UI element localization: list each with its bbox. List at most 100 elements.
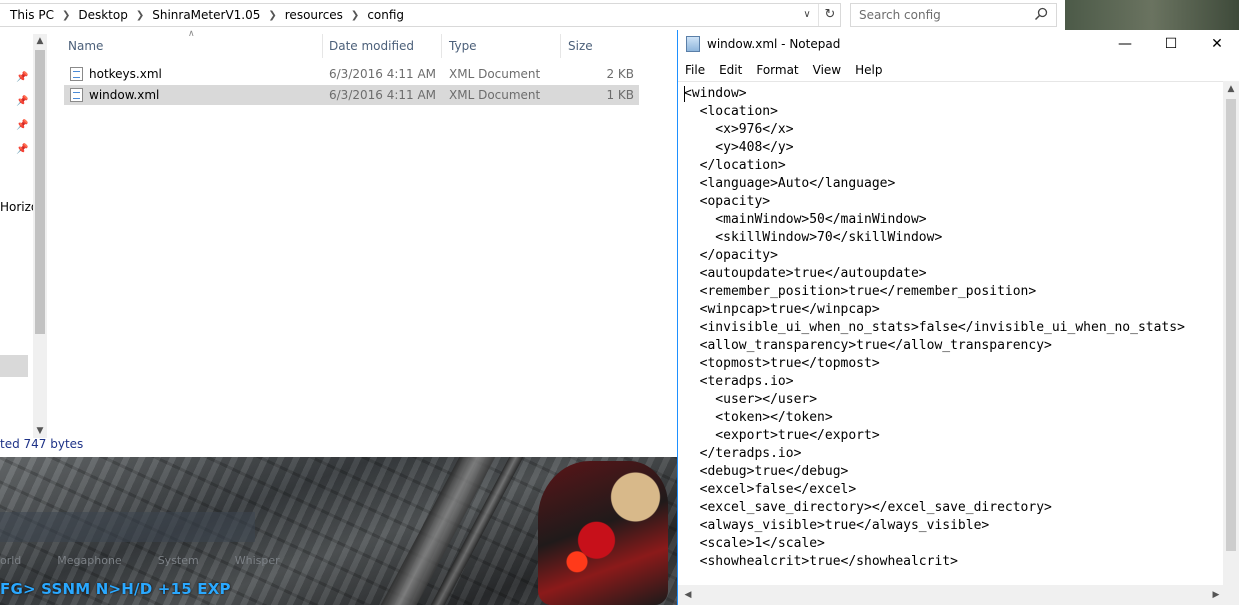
document-text[interactable]: <window> <location> <x>976</x> <y>408</y… [684,85,1185,571]
file-size: 2 KB [606,67,634,81]
text-line: <topmost>true</topmost> [684,356,880,371]
chat-tab-whisper[interactable]: Whisper [235,554,280,572]
pin-icon[interactable]: 📌 [16,144,28,155]
horizontal-scrollbar[interactable]: ◀ ▶ [678,585,1239,605]
game-character [538,461,668,605]
text-line: <autoupdate>true</autoupdate> [684,266,927,281]
menu-file[interactable]: File [678,63,712,77]
breadcrumb-desktop[interactable]: Desktop [76,8,130,22]
window-title: window.xml - Notepad [707,37,841,51]
game-background-strip [1065,0,1239,30]
scroll-up-icon[interactable]: ▲ [33,34,47,48]
text-line: <remember_position>true</remember_positi… [684,284,1037,299]
breadcrumb-this-pc[interactable]: This PC [8,8,56,22]
pin-icon[interactable]: 📌 [16,120,28,131]
chat-tab-system[interactable]: System [158,554,199,572]
text-cursor [684,86,685,102]
nav-item-horizon[interactable]: Horizo [0,200,33,214]
text-line: <y>408</y> [684,140,794,155]
chevron-down-icon[interactable]: ∨ [800,8,814,22]
text-line: </opacity> [684,248,778,263]
scrollbar-thumb[interactable] [35,50,45,334]
text-line: </location> [684,158,786,173]
text-line: </teradps.io> [684,446,802,461]
column-header-type[interactable]: Type [441,34,561,58]
text-line: <opacity> [684,194,771,209]
file-row-window[interactable]: window.xml 6/3/2016 4:11 AM XML Document… [64,85,639,105]
chevron-right-icon[interactable]: ❯ [262,10,282,21]
vertical-scrollbar[interactable]: ▲ ▼ [1223,81,1239,599]
scroll-up-icon[interactable]: ▲ [1223,81,1239,97]
close-icon[interactable]: ✕ [1194,30,1239,59]
breadcrumb-shinrameter[interactable]: ShinraMeterV1.05 [150,8,262,22]
breadcrumb: This PC ❯ Desktop ❯ ShinraMeterV1.05 ❯ r… [8,4,406,26]
text-line: <always_visible>true</always_visible> [684,518,990,533]
xml-file-icon [70,67,83,81]
text-line: <mainWindow>50</mainWindow> [684,212,927,227]
status-bar: ted 747 bytes [0,437,84,451]
search-icon[interactable] [1034,7,1048,21]
game-chat-tabs: orld Megaphone System Whisper [0,554,300,572]
text-line: <teradps.io> [684,374,794,389]
file-name: hotkeys.xml [89,67,162,81]
address-bar[interactable]: This PC ❯ Desktop ❯ ShinraMeterV1.05 ❯ r… [0,3,841,27]
scroll-left-icon[interactable]: ◀ [680,585,696,605]
text-line: <export>true</export> [684,428,880,443]
text-line: <user></user> [684,392,818,407]
text-line: <language>Auto</language> [684,176,896,191]
menu-edit[interactable]: Edit [712,63,749,77]
menu-view[interactable]: View [806,63,848,77]
text-line: <window> [684,86,747,101]
chevron-right-icon[interactable]: ❯ [130,10,150,21]
file-name: window.xml [89,88,160,102]
notepad-icon [686,36,700,52]
search-input[interactable] [851,4,1037,26]
game-chat-message: FG> SSNM N>H/D +15 EXP [0,580,231,598]
text-line: <debug>true</debug> [684,464,849,479]
menu-bar: File Edit Format View Help [678,59,1239,81]
scroll-down-icon[interactable]: ▼ [33,424,47,438]
minimize-icon[interactable]: — [1102,30,1148,59]
maximize-icon[interactable]: ☐ [1148,30,1194,59]
pin-icon[interactable]: 📌 [16,96,28,107]
text-editor-area[interactable]: <window> <location> <x>976</x> <y>408</y… [678,81,1223,601]
breadcrumb-config[interactable]: config [365,8,406,22]
text-line: <excel_save_directory></excel_save_direc… [684,500,1052,515]
file-type: XML Document [449,88,541,102]
chat-tab-megaphone[interactable]: Megaphone [57,554,121,572]
chat-tab-world[interactable]: orld [0,554,21,572]
text-line: <location> [684,104,778,119]
scrollbar-thumb[interactable] [1226,99,1236,551]
search-box[interactable] [850,3,1057,27]
text-line: <x>976</x> [684,122,794,137]
chevron-right-icon[interactable]: ❯ [56,10,76,21]
menu-help[interactable]: Help [848,63,889,77]
scroll-right-icon[interactable]: ▶ [1208,585,1224,605]
file-size: 1 KB [606,88,634,102]
text-line: <excel>false</excel> [684,482,857,497]
nav-item-selected[interactable] [0,355,28,377]
nav-scrollbar[interactable]: ▲ ▼ [33,34,47,438]
navigation-pane: 📌 📌 📌 📌 Horizo [0,34,33,438]
refresh-icon[interactable]: ↻ [818,4,841,26]
game-chat-panel [0,512,255,542]
text-line: <allow_transparency>true</allow_transpar… [684,338,1052,353]
text-line: <skillWindow>70</skillWindow> [684,230,943,245]
file-row-hotkeys[interactable]: hotkeys.xml 6/3/2016 4:11 AM XML Documen… [64,64,639,84]
notepad-title-bar[interactable]: window.xml - Notepad — ☐ ✕ [678,30,1239,59]
text-line: <scale>1</scale> [684,536,825,551]
text-line: <invisible_ui_when_no_stats>false</invis… [684,320,1185,335]
file-date: 6/3/2016 4:11 AM [329,67,437,81]
text-line: <showhealcrit>true</showhealcrit> [684,554,958,569]
column-header-date[interactable]: Date modified [321,34,442,58]
pin-icon[interactable]: 📌 [16,72,28,83]
sort-ascending-icon: ∧ [188,29,195,39]
xml-file-icon [70,88,83,102]
notepad-window: window.xml - Notepad — ☐ ✕ File Edit For… [677,30,1239,605]
game-background: orld Megaphone System Whisper FG> SSNM N… [0,457,677,605]
column-header-size[interactable]: Size [560,34,640,58]
menu-format[interactable]: Format [749,63,805,77]
chevron-right-icon[interactable]: ❯ [345,10,365,21]
text-line: <winpcap>true</winpcap> [684,302,880,317]
breadcrumb-resources[interactable]: resources [283,8,345,22]
